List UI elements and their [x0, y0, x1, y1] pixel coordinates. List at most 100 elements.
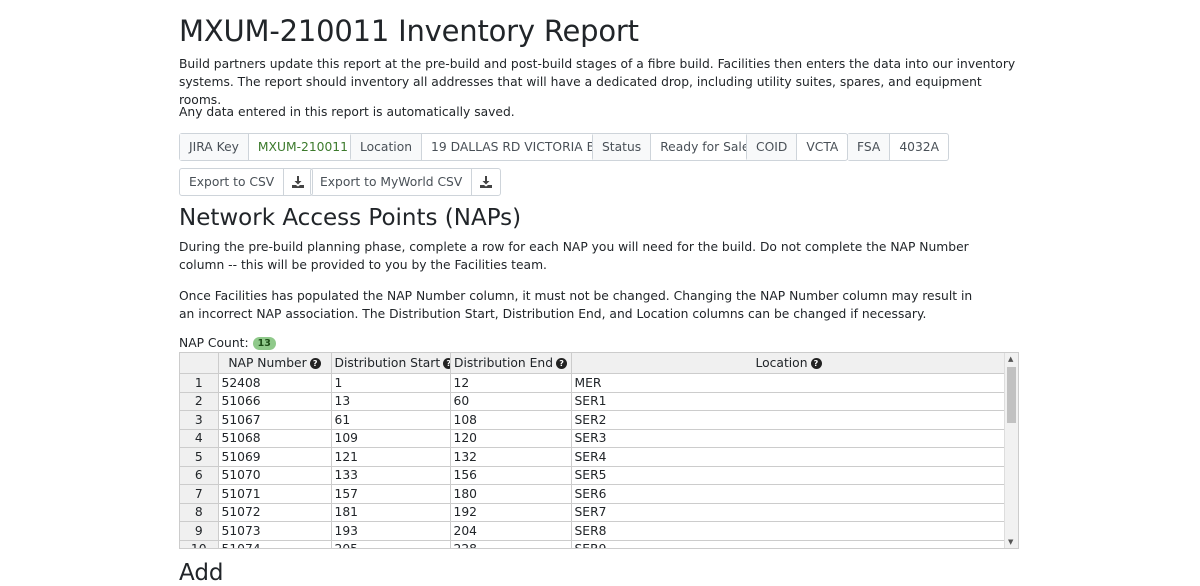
- fsa-value: 4032A: [899, 140, 940, 154]
- autosave-note: Any data entered in this report is autom…: [179, 105, 515, 119]
- nap-number-cell[interactable]: 52408: [218, 373, 332, 393]
- scroll-down-icon[interactable]: ▼: [1008, 538, 1013, 546]
- jira-key-value[interactable]: MXUM-210011: [249, 134, 357, 160]
- location-cell[interactable]: MER: [571, 373, 1007, 393]
- col-header-location[interactable]: Location?: [571, 353, 1007, 374]
- distribution-start-cell[interactable]: 157: [331, 484, 451, 504]
- distribution-start-cell[interactable]: 181: [331, 503, 451, 522]
- coid-value: VCTA: [806, 140, 839, 154]
- row-number: 2: [180, 392, 219, 411]
- table-row: 1 52408 1 12 MER: [180, 373, 1007, 393]
- distribution-end-cell[interactable]: 228: [450, 540, 572, 548]
- distribution-start-cell[interactable]: 193: [331, 521, 451, 541]
- naps-heading: Network Access Points (NAPs): [179, 205, 522, 231]
- distribution-end-cell[interactable]: 156: [450, 466, 572, 485]
- distribution-start-cell[interactable]: 61: [331, 410, 451, 430]
- distribution-start-cell[interactable]: 1: [331, 373, 451, 393]
- location-cell[interactable]: SER1: [571, 392, 1007, 411]
- intro-text: Build partners update this report at the…: [179, 57, 1016, 107]
- distribution-end-cell[interactable]: 180: [450, 484, 572, 504]
- scroll-up-icon[interactable]: ▲: [1008, 355, 1013, 363]
- distribution-end-cell[interactable]: 204: [450, 521, 572, 541]
- naps-para-2: Once Facilities has populated the NAP Nu…: [179, 289, 973, 321]
- distribution-start-cell[interactable]: 205: [331, 540, 451, 548]
- page-title: MXUM-210011 Inventory Report: [179, 14, 639, 48]
- table-row: 7 51071 157 180 SER6: [180, 484, 1007, 504]
- jira-key-label: JIRA Key: [180, 134, 249, 160]
- row-number: 10: [180, 540, 219, 548]
- table-row: 9 51073 193 204 SER8: [180, 521, 1007, 541]
- jira-key-group: JIRA Key MXUM-210011: [179, 133, 358, 161]
- nap-number-cell[interactable]: 51067: [218, 410, 332, 430]
- location-cell[interactable]: SER6: [571, 484, 1007, 504]
- location-label: Location: [351, 134, 423, 160]
- table-row: 8 51072 181 192 SER7: [180, 503, 1007, 522]
- question-circle-icon[interactable]: ?: [556, 358, 568, 369]
- location-value: 19 DALLAS RD VICTORIA BC: [431, 140, 604, 154]
- distribution-end-cell[interactable]: 60: [450, 392, 572, 411]
- fsa-group: FSA 4032A: [847, 133, 950, 161]
- status-group: Status Ready for Sale: [592, 133, 760, 161]
- col-header-distribution-end[interactable]: Distribution End?: [450, 353, 572, 374]
- export-csv-label: Export to CSV: [189, 175, 275, 189]
- col-header-nap-number[interactable]: NAP Number?: [218, 353, 332, 374]
- question-circle-icon[interactable]: ?: [810, 358, 822, 369]
- row-number: 3: [180, 410, 219, 430]
- naps-para-1: During the pre-build planning phase, com…: [179, 240, 969, 272]
- table-row: 1051074205228SER9: [180, 540, 1007, 548]
- distribution-end-cell[interactable]: 132: [450, 447, 572, 467]
- distribution-start-cell[interactable]: 121: [331, 447, 451, 467]
- next-section-heading: Add: [179, 560, 224, 586]
- location-cell[interactable]: SER8: [571, 521, 1007, 541]
- download-icon: [283, 169, 312, 195]
- coid-label: COID: [747, 134, 798, 160]
- distribution-end-cell[interactable]: 192: [450, 503, 572, 522]
- status-label: Status: [593, 134, 652, 160]
- nap-number-cell[interactable]: 51069: [218, 447, 332, 467]
- table-row: 3 51067 61 108 SER2: [180, 410, 1007, 430]
- grid-header-row: NAP Number? Distribution Start? Distribu…: [180, 353, 1007, 374]
- distribution-start-cell[interactable]: 13: [331, 392, 451, 411]
- col-header-distribution-start[interactable]: Distribution Start?: [331, 353, 451, 374]
- row-number: 7: [180, 484, 219, 504]
- nap-number-cell[interactable]: 51074: [218, 540, 332, 548]
- table-row: 4 51068 109 120 SER3: [180, 429, 1007, 448]
- question-circle-icon[interactable]: ?: [443, 358, 449, 369]
- row-number: 5: [180, 447, 219, 467]
- table-row: 6 51070 133 156 SER5: [180, 466, 1007, 485]
- scrollbar-thumb[interactable]: [1007, 367, 1016, 423]
- distribution-start-cell[interactable]: 109: [331, 429, 451, 448]
- nap-count: NAP Count: 13: [179, 336, 276, 350]
- nap-grid[interactable]: NAP Number? Distribution Start? Distribu…: [179, 352, 1019, 549]
- nap-number-cell[interactable]: 51066: [218, 392, 332, 411]
- nap-number-cell[interactable]: 51068: [218, 429, 332, 448]
- nap-number-cell[interactable]: 51071: [218, 484, 332, 504]
- nap-number-cell[interactable]: 51072: [218, 503, 332, 522]
- col-header-label: NAP Number: [228, 356, 307, 370]
- distribution-end-cell[interactable]: 12: [450, 373, 572, 393]
- col-header-label: Distribution Start: [334, 356, 441, 370]
- location-group: Location 19 DALLAS RD VICTORIA BC: [350, 133, 614, 161]
- nap-number-cell[interactable]: 51070: [218, 466, 332, 485]
- question-circle-icon[interactable]: ?: [309, 358, 321, 369]
- fsa-label: FSA: [848, 134, 891, 160]
- nap-count-badge: 13: [252, 336, 276, 350]
- row-number: 6: [180, 466, 219, 485]
- location-cell[interactable]: SER9: [571, 540, 1007, 548]
- location-cell[interactable]: SER4: [571, 447, 1007, 467]
- distribution-end-cell[interactable]: 120: [450, 429, 572, 448]
- export-myworld-button[interactable]: Export to MyWorld CSV: [310, 168, 502, 196]
- location-cell[interactable]: SER5: [571, 466, 1007, 485]
- row-number: 9: [180, 521, 219, 541]
- location-cell[interactable]: SER7: [571, 503, 1007, 522]
- row-number: 8: [180, 503, 219, 522]
- distribution-start-cell[interactable]: 133: [331, 466, 451, 485]
- export-csv-button[interactable]: Export to CSV: [179, 168, 314, 196]
- nap-number-cell[interactable]: 51073: [218, 521, 332, 541]
- row-number-header: [180, 353, 219, 374]
- distribution-end-cell[interactable]: 108: [450, 410, 572, 430]
- grid-scrollbar[interactable]: ▲ ▼: [1004, 353, 1018, 548]
- export-myworld-label: Export to MyWorld CSV: [320, 175, 463, 189]
- location-cell[interactable]: SER2: [571, 410, 1007, 430]
- location-cell[interactable]: SER3: [571, 429, 1007, 448]
